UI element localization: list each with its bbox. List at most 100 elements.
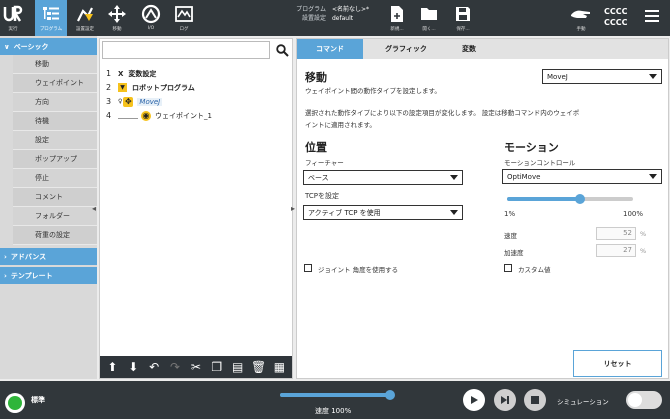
status-line-1: CCCC xyxy=(604,7,628,16)
search-icon xyxy=(275,43,289,57)
motion-slider-handle[interactable] xyxy=(575,194,586,204)
motion-slider-track[interactable] xyxy=(507,194,633,204)
basic-section-header[interactable]: ∨ ベーシック xyxy=(0,38,97,55)
tree-row[interactable]: 1 X 変数設定 xyxy=(106,67,156,80)
play-button[interactable] xyxy=(463,389,485,411)
sidebar-item-set[interactable]: 設定 xyxy=(13,131,97,150)
run-tab-label: 実行 xyxy=(8,27,18,32)
program-tree-panel: 1 X 変数設定 2 ▼ ロボットプログラム 3 ♀ ✥ MoveJ 4 ◉ ウ… xyxy=(99,38,293,379)
sidebar-item-popup[interactable]: ポップアップ xyxy=(13,150,97,169)
basic-items-list: 移動 ウェイポイント 方向 待機 設定 ポップアップ 停止 コメント フォルダー… xyxy=(13,55,97,245)
dropdown-arrow-icon xyxy=(450,175,458,180)
tree-row[interactable]: 3 ♀ ✥ MoveJ xyxy=(106,95,163,108)
suppress-icon[interactable]: ▦ xyxy=(271,360,287,374)
joint-angle-label: ジョイント 角度を使用する xyxy=(318,266,399,274)
copy-icon[interactable]: ❐ xyxy=(209,360,225,374)
collapse-right-handle[interactable]: ▸ xyxy=(291,204,295,213)
search-input[interactable] xyxy=(102,41,270,59)
log-icon xyxy=(173,3,195,25)
open-button-label: 開く... xyxy=(422,27,436,32)
sidebar-item-waypoint[interactable]: ウェイポイント xyxy=(13,74,97,93)
sidebar-item-move[interactable]: 移動 xyxy=(13,55,97,74)
menu-button[interactable] xyxy=(644,8,660,24)
reset-button[interactable]: リセット xyxy=(573,350,662,377)
robot-status-text: CCCC CCCC xyxy=(604,6,627,28)
stop-button[interactable] xyxy=(524,389,546,411)
joint-angle-checkbox[interactable] xyxy=(304,264,312,272)
sidebar-item-direction[interactable]: 方向 xyxy=(13,93,97,112)
move-description: ウェイポイント間の動作タイプを設定します。 xyxy=(305,87,441,95)
speed-slider-handle[interactable] xyxy=(385,390,395,400)
sidebar-item-label: コメント xyxy=(35,193,63,201)
collapse-left-handle[interactable]: ◂ xyxy=(92,204,96,213)
open-folder-icon xyxy=(418,3,440,25)
step-button[interactable] xyxy=(494,389,516,411)
hand-label: 手動 xyxy=(576,27,586,32)
tab-variables[interactable]: 変数 xyxy=(449,39,489,59)
simulation-label: シミュレーション xyxy=(557,398,609,406)
move-up-icon[interactable]: ⬆ xyxy=(104,360,120,374)
sidebar-item-folder[interactable]: フォルダー xyxy=(13,207,97,226)
simulation-toggle[interactable] xyxy=(626,391,662,409)
sidebar-item-halt[interactable]: 停止 xyxy=(13,169,97,188)
advanced-section-header[interactable]: › アドバンス xyxy=(0,248,97,265)
tcp-dropdown[interactable]: アクティブ TCP を使用 xyxy=(303,205,463,220)
save-button[interactable]: 保存... xyxy=(452,0,474,36)
undo-icon[interactable]: ↶ xyxy=(146,360,162,374)
template-section-header[interactable]: › テンプレート xyxy=(0,267,97,284)
move-down-icon[interactable]: ⬇ xyxy=(125,360,141,374)
run-tab[interactable]: 実行 xyxy=(0,0,26,36)
io-tab[interactable]: I/O xyxy=(138,0,164,36)
open-button[interactable]: 開く... xyxy=(418,0,440,36)
motion-control-dropdown[interactable]: OptiMove xyxy=(502,169,662,184)
sidebar-item-comment[interactable]: コメント xyxy=(13,188,97,207)
paste-icon[interactable]: ▤ xyxy=(230,360,246,374)
motion-title: モーション xyxy=(504,141,559,154)
move-tab-label: 移動 xyxy=(112,27,122,32)
speed-input[interactable]: 52 xyxy=(596,227,636,240)
installation-key: 設置設定 xyxy=(301,15,326,22)
sidebar-item-label: ウェイポイント xyxy=(35,79,84,87)
accel-unit: % xyxy=(640,247,647,255)
tree-row[interactable]: 4 ◉ ウェイポイント_1 xyxy=(106,109,212,122)
command-panel: コマンド グラフィック 変数 移動 ウェイポイント間の動作タイプを設定します。 … xyxy=(296,38,669,379)
top-bar: 実行 プログラム 設置設定 移動 I/O ログ プログラム <名前なし>* 設置設… xyxy=(0,0,670,36)
panel-tabs: コマンド グラフィック 変数 xyxy=(297,39,668,59)
accel-input[interactable]: 27 xyxy=(596,244,636,257)
move-icon xyxy=(106,3,128,25)
speed-slider-track[interactable] xyxy=(280,390,395,400)
motion-slider-fill xyxy=(507,197,581,201)
program-info: プログラム <名前なし>* 設置設定 default xyxy=(286,5,369,23)
hamburger-menu-icon xyxy=(645,10,659,22)
custom-value-checkbox[interactable] xyxy=(504,264,512,272)
save-button-label: 保存... xyxy=(456,27,470,32)
move-tab[interactable]: 移動 xyxy=(104,0,130,36)
cut-icon[interactable]: ✂ xyxy=(188,360,204,374)
motion-control-value: OptiMove xyxy=(507,172,541,181)
move-type-value: MoveJ xyxy=(547,72,568,81)
new-button-label: 新規... xyxy=(390,27,404,32)
hand-button[interactable]: 手動 xyxy=(566,0,596,36)
ur-logo-icon xyxy=(2,3,24,25)
delete-icon[interactable]: 🗑 xyxy=(251,360,267,374)
speed-slider-fill xyxy=(280,393,390,397)
power-button[interactable] xyxy=(5,393,25,413)
new-button[interactable]: 新規... xyxy=(386,0,408,36)
redo-icon[interactable]: ↷ xyxy=(167,360,183,374)
tab-graphics[interactable]: グラフィック xyxy=(363,39,449,59)
dropdown-arrow-icon xyxy=(649,174,657,179)
variables-icon: X xyxy=(118,69,124,78)
log-tab[interactable]: ログ xyxy=(171,0,197,36)
tab-command[interactable]: コマンド xyxy=(297,39,363,59)
speed-text: 速度 100% xyxy=(315,407,352,415)
search-button[interactable] xyxy=(272,41,292,59)
sidebar-item-set-payload[interactable]: 荷重の設定 xyxy=(13,226,97,245)
tree-row[interactable]: 2 ▼ ロボットプログラム xyxy=(106,81,195,94)
program-tab[interactable]: プログラム xyxy=(35,0,67,36)
installation-tab[interactable]: 設置設定 xyxy=(70,0,100,36)
step-icon xyxy=(501,396,509,404)
sidebar-item-wait[interactable]: 待機 xyxy=(13,112,97,131)
slider-min-label: 1% xyxy=(504,210,516,218)
move-type-dropdown[interactable]: MoveJ xyxy=(542,69,662,84)
feature-dropdown[interactable]: ベース xyxy=(303,170,463,185)
